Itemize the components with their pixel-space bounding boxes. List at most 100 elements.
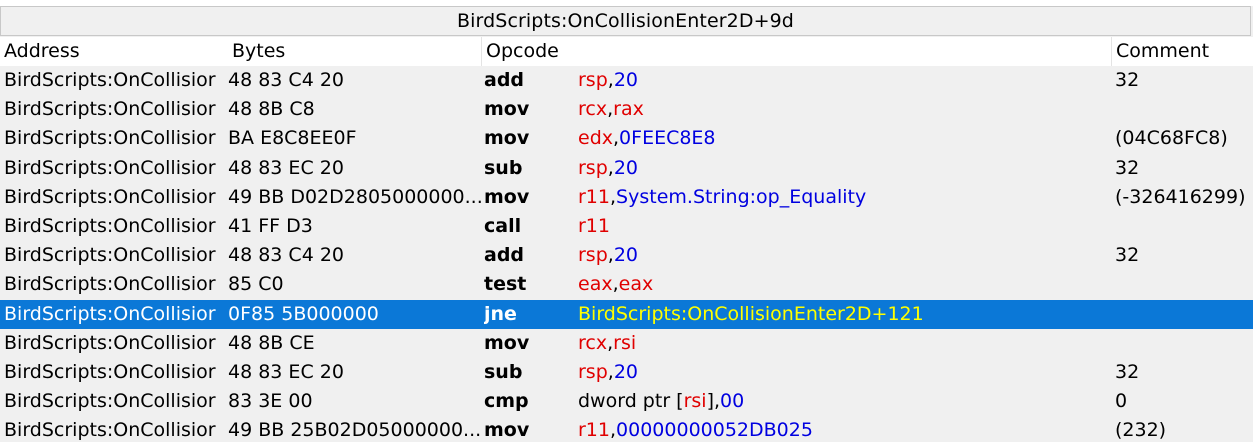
operand-reg: rsp: [578, 360, 608, 383]
row-bytes: 49 BB 25B02D05000000...: [228, 419, 482, 442]
row-operands: rcx,rsi: [578, 329, 1108, 358]
row-address: BirdScripts:OnCollisior: [4, 127, 216, 150]
operand-reg: rsi: [683, 390, 707, 413]
disassembly-row[interactable]: BirdScripts:OnCollisior 49 BB 25B02D05000…: [0, 416, 1253, 442]
operand-reg: rcx: [578, 98, 608, 121]
column-header-opcode[interactable]: Opcode: [482, 37, 1112, 66]
column-header-address-label: Address: [4, 40, 80, 62]
row-comment: (232): [1115, 419, 1167, 442]
disassembly-column-header: Address Bytes Opcode Comment: [0, 37, 1253, 66]
row-bytes: 0F85 5B000000: [228, 302, 379, 325]
row-mnemonic: test: [484, 273, 527, 296]
row-address: BirdScripts:OnCollisior: [4, 244, 216, 267]
row-bytes: 41 FF D3: [228, 214, 313, 237]
disassembly-row[interactable]: BirdScripts:OnCollisior 83 3E 00 cmp dword …: [0, 387, 1253, 416]
row-mnemonic: sub: [484, 360, 523, 383]
disassembly-row[interactable]: BirdScripts:OnCollisior 49 BB D02D2805000…: [0, 183, 1253, 212]
operand-num: 00000000052DB025: [616, 419, 813, 442]
column-header-bytes[interactable]: Bytes: [228, 37, 482, 66]
column-header-opcode-label: Opcode: [486, 40, 559, 62]
row-mnemonic: mov: [484, 98, 530, 121]
row-bytes: 49 BB D02D2805000000...: [228, 185, 482, 208]
row-comment: 32: [1115, 69, 1140, 91]
operand-num: System.String:op_Equality: [616, 185, 867, 208]
operand-reg: eax: [618, 273, 654, 296]
row-bytes: BA E8C8EE0F: [228, 127, 357, 150]
operand-reg: rsp: [578, 156, 608, 179]
row-address: BirdScripts:OnCollisior: [4, 331, 216, 354]
operand-num: 0FEEC8E8: [619, 127, 716, 150]
location-title: BirdScripts:OnCollisionEnter2D+9d: [457, 10, 794, 32]
row-address: BirdScripts:OnCollisior: [4, 360, 216, 383]
row-bytes: 48 83 C4 20: [228, 244, 345, 267]
disassembly-row[interactable]: BirdScripts:OnCollisior 48 8B C8 mov rcx,ra…: [0, 95, 1253, 124]
row-mnemonic: mov: [484, 419, 530, 442]
disassembly-row[interactable]: BirdScripts:OnCollisior 48 83 C4 20 add rsp…: [0, 66, 1253, 95]
row-address: BirdScripts:OnCollisior: [4, 214, 216, 237]
row-operands: rsp,20: [578, 358, 1108, 387]
row-address: BirdScripts:OnCollisior: [4, 390, 216, 413]
disassembly-row[interactable]: BirdScripts:OnCollisior 85 C0 test eax,eax: [0, 270, 1253, 299]
row-comment: 32: [1115, 244, 1140, 267]
row-comment: 32: [1115, 360, 1140, 383]
row-comment: 32: [1115, 156, 1140, 179]
row-mnemonic: mov: [484, 127, 530, 150]
row-bytes: 48 83 EC 20: [228, 156, 344, 179]
row-mnemonic: mov: [484, 331, 530, 354]
row-mnemonic: cmp: [484, 390, 529, 413]
operand-reg: rsp: [578, 69, 608, 91]
row-comment: [1115, 300, 1253, 329]
row-comment: [1115, 95, 1253, 124]
row-address: BirdScripts:OnCollisior: [4, 69, 216, 91]
row-address: BirdScripts:OnCollisior: [4, 302, 216, 325]
operand-reg: r11: [578, 214, 610, 237]
disassembly-row[interactable]: BirdScripts:OnCollisior BA E8C8EE0F mov edx…: [0, 124, 1253, 153]
row-bytes: 48 83 EC 20: [228, 360, 344, 383]
row-comment: (-326416299): [1115, 185, 1246, 208]
disassembly-row[interactable]: BirdScripts:OnCollisior 48 83 EC 20 sub rsp…: [0, 358, 1253, 387]
operand-plain: ],: [706, 390, 721, 413]
disassembly-row[interactable]: BirdScripts:OnCollisior 48 83 EC 20 sub rsp…: [0, 154, 1253, 183]
row-operands: eax,eax: [578, 270, 1108, 299]
operand-num: 20: [613, 360, 639, 383]
row-mnemonic: jne: [484, 302, 517, 325]
operand-reg: r11: [578, 185, 610, 208]
row-operands: rcx,rax: [578, 95, 1108, 124]
row-mnemonic: sub: [484, 156, 523, 179]
disassembly-row-selected[interactable]: BirdScripts:OnCollisior 0F85 5B000000 jne B…: [0, 299, 1253, 329]
row-operands: r11,System.String:op_Equality: [578, 183, 1108, 212]
row-mnemonic: mov: [484, 185, 530, 208]
operand-num: 20: [613, 156, 639, 179]
row-address: BirdScripts:OnCollisior: [4, 156, 216, 179]
column-header-bytes-label: Bytes: [232, 40, 286, 62]
row-mnemonic: add: [484, 69, 525, 91]
operand-reg: r11: [578, 419, 610, 442]
operand-reg: edx: [578, 127, 613, 150]
row-operands: rsp,20: [578, 154, 1108, 183]
operand-num: 20: [613, 244, 639, 267]
row-operands: dword ptr [rsi],00: [578, 387, 1108, 416]
row-bytes: 48 8B CE: [228, 331, 315, 354]
row-mnemonic: call: [484, 214, 522, 237]
row-mnemonic: add: [484, 244, 525, 267]
row-address: BirdScripts:OnCollisior: [4, 273, 216, 296]
row-comment: (04C68FC8): [1115, 127, 1228, 150]
row-operands: edx,0FEEC8E8: [578, 124, 1108, 153]
row-address: BirdScripts:OnCollisior: [4, 185, 216, 208]
row-bytes: 83 3E 00: [228, 390, 313, 413]
row-address: BirdScripts:OnCollisior: [4, 419, 216, 442]
disassembly-row[interactable]: BirdScripts:OnCollisior 48 83 C4 20 add rsp…: [0, 241, 1253, 270]
disassembly-row[interactable]: BirdScripts:OnCollisior 48 8B CE mov rcx,rs…: [0, 329, 1253, 358]
row-address: BirdScripts:OnCollisior: [4, 98, 216, 121]
row-comment: [1115, 270, 1253, 299]
column-header-comment-label: Comment: [1116, 40, 1210, 62]
row-bytes: 85 C0: [228, 273, 284, 296]
operand-reg: eax: [578, 273, 613, 296]
operand-num: 00: [720, 390, 745, 413]
operand-reg: rsp: [578, 244, 608, 267]
row-operands: rsp,20: [578, 241, 1108, 270]
disassembly-list[interactable]: BirdScripts:OnCollisior 48 83 C4 20 add rsp…: [0, 66, 1253, 442]
disassembly-row[interactable]: BirdScripts:OnCollisior 41 FF D3 call r11: [0, 212, 1253, 241]
column-header-address[interactable]: Address: [0, 37, 228, 66]
column-header-comment[interactable]: Comment: [1112, 37, 1253, 66]
